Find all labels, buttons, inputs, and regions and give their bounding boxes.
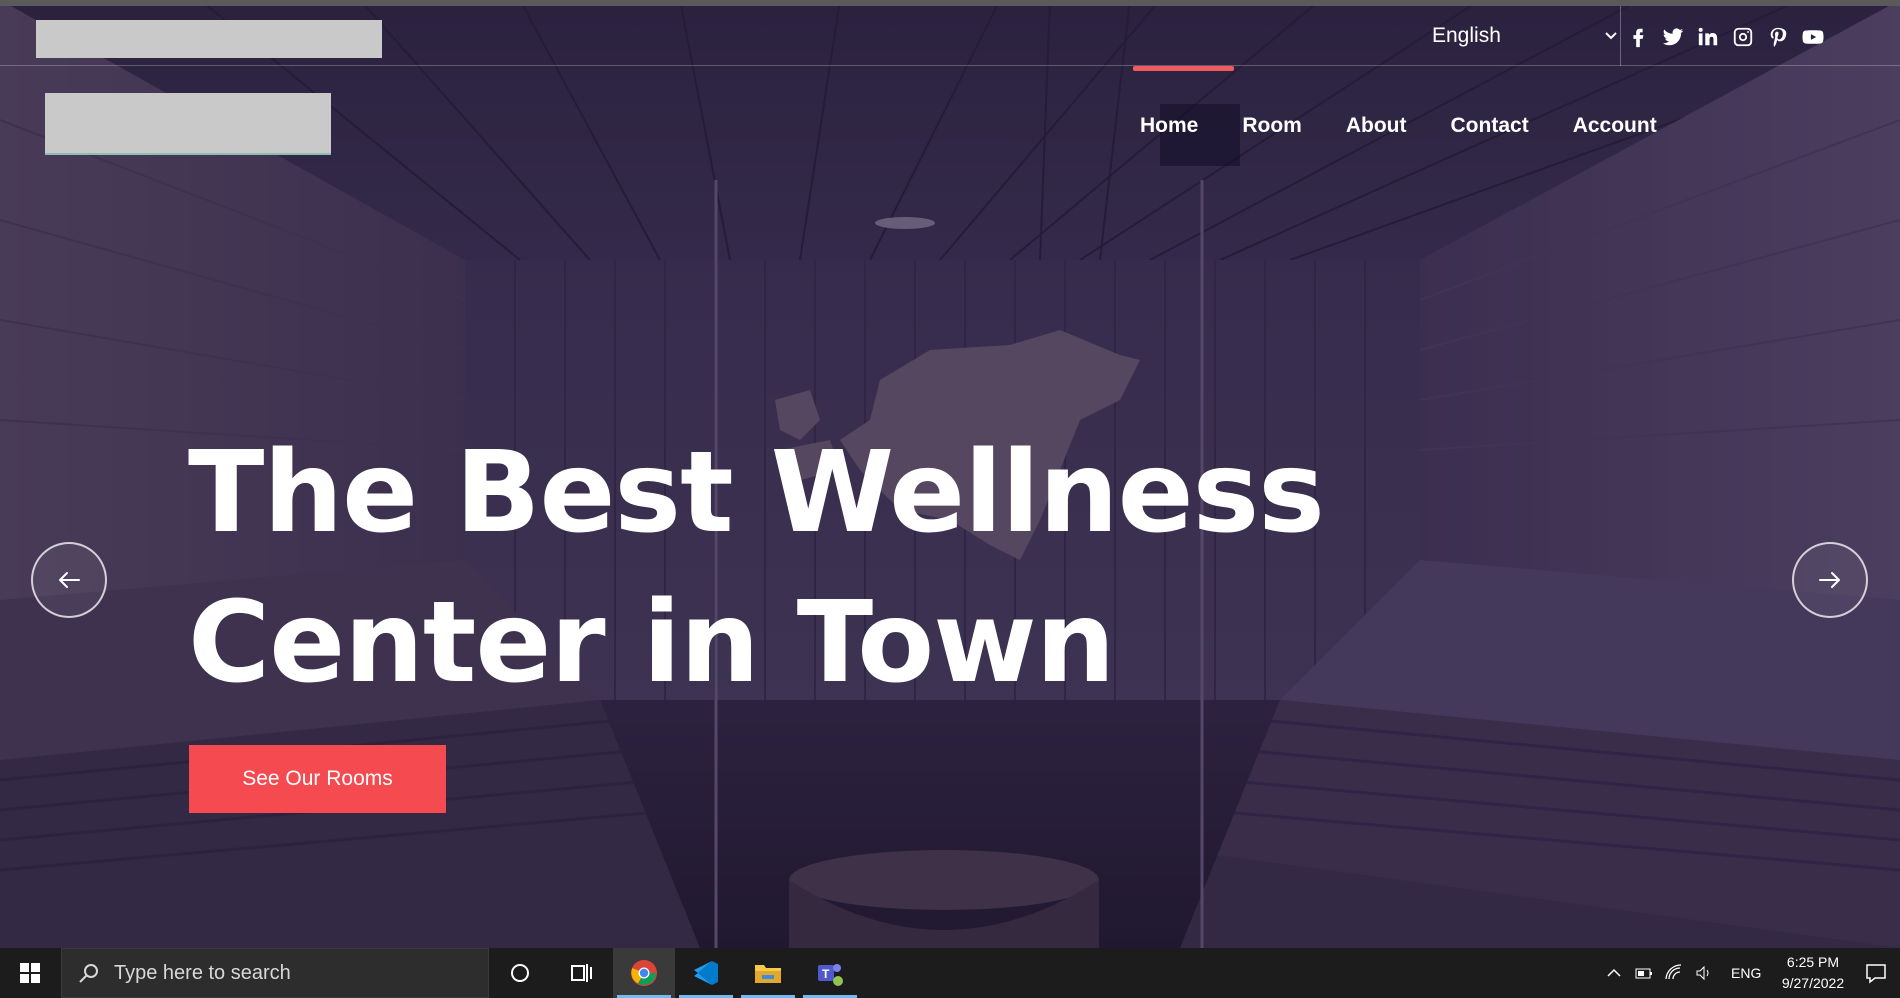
nav-contact[interactable]: Contact: [1451, 114, 1529, 138]
svg-text:T: T: [822, 967, 830, 981]
volume-icon[interactable]: [1695, 964, 1713, 982]
chevron-up-icon[interactable]: [1605, 964, 1623, 982]
search-placeholder: Type here to search: [114, 961, 291, 984]
logo-placeholder-top[interactable]: [36, 20, 382, 58]
nav-about[interactable]: About: [1346, 114, 1407, 138]
pinterest-icon[interactable]: [1766, 26, 1789, 49]
windows-taskbar: Type here to search T ENG 6:25 PM 9/27/2…: [0, 948, 1900, 998]
chrome-icon[interactable]: [613, 948, 675, 998]
cortana-icon[interactable]: [489, 948, 551, 998]
facebook-icon[interactable]: [1626, 26, 1649, 49]
twitter-icon[interactable]: [1661, 26, 1684, 49]
clock-date: 9/27/2022: [1781, 975, 1845, 991]
divider: [1620, 6, 1621, 66]
slider-next-button[interactable]: [1792, 542, 1868, 618]
social-links: [1626, 20, 1824, 54]
teams-icon[interactable]: T: [799, 948, 861, 998]
start-button[interactable]: [0, 948, 60, 998]
instagram-icon[interactable]: [1731, 26, 1754, 49]
language-select[interactable]: English: [1432, 16, 1618, 56]
site-logo-placeholder[interactable]: [45, 93, 331, 155]
windows-icon: [20, 963, 40, 983]
search-icon: [79, 964, 98, 983]
see-rooms-button[interactable]: See Our Rooms: [189, 745, 446, 813]
arrow-right-icon: [1819, 572, 1840, 588]
vscode-icon[interactable]: [675, 948, 737, 998]
language-value: English: [1432, 24, 1501, 47]
file-explorer-icon[interactable]: [737, 948, 799, 998]
clock-time: 6:25 PM: [1786, 954, 1840, 970]
main-nav: Home Room About Contact Account: [1140, 106, 1701, 146]
arrow-left-icon: [59, 572, 80, 588]
hero-headline: The Best Wellness Center in Town: [188, 418, 1325, 718]
battery-icon[interactable]: [1635, 964, 1653, 982]
top-bar: English: [0, 6, 1900, 66]
system-tray: ENG: [1605, 948, 1761, 998]
hero-headline-line1: The Best Wellness: [188, 428, 1325, 558]
chevron-down-icon: [1605, 32, 1617, 40]
notification-icon[interactable]: [1864, 961, 1888, 985]
wifi-icon[interactable]: [1665, 964, 1683, 982]
hero-headline-line2: Center in Town: [188, 578, 1115, 708]
nav-room[interactable]: Room: [1242, 114, 1302, 138]
nav-home[interactable]: Home: [1140, 114, 1198, 138]
input-language[interactable]: ENG: [1731, 965, 1761, 981]
linkedin-icon[interactable]: [1696, 26, 1719, 49]
nav-account[interactable]: Account: [1573, 114, 1657, 138]
youtube-icon[interactable]: [1801, 26, 1824, 49]
slider-prev-button[interactable]: [31, 542, 107, 618]
task-view-icon[interactable]: [551, 948, 613, 998]
taskbar-clock[interactable]: 6:25 PM 9/27/2022: [1778, 952, 1848, 994]
taskbar-search[interactable]: Type here to search: [61, 948, 489, 998]
active-nav-indicator: [1133, 66, 1234, 71]
